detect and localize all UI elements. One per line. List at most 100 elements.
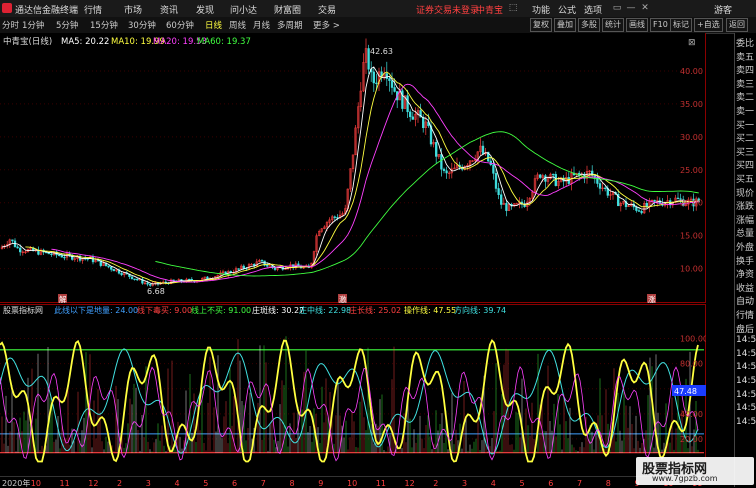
menu-shichang[interactable]: 市场 <box>124 3 142 16</box>
tool-fuquan[interactable]: 复权 <box>530 18 552 32</box>
quote-panel-item: 买三 <box>736 147 755 158</box>
candle-body <box>497 188 500 195</box>
indicator-item-4: 庄中线: 22.98 <box>299 305 351 315</box>
quote-panel-item: 卖三 <box>736 79 755 90</box>
price-tick: 10.00 <box>680 265 703 274</box>
period-daily[interactable]: 日线 <box>205 19 222 31</box>
alert-stock: 中青宝 <box>476 6 504 16</box>
period-multi[interactable]: 多周期 <box>277 19 303 31</box>
period-15min[interactable]: 15分钟 <box>90 19 118 31</box>
candle-body <box>60 255 63 258</box>
menu-faxian[interactable]: 发现 <box>196 3 214 16</box>
period-monthly[interactable]: 月线 <box>253 19 270 31</box>
indicator-tick: 40.00 <box>680 410 703 419</box>
menu-zixun[interactable]: 资讯 <box>160 3 178 16</box>
app-title: 通达信金融终端 <box>15 6 79 16</box>
candle-body <box>411 116 414 120</box>
marker-1-label: 解 <box>59 294 67 303</box>
candle-body <box>110 266 113 270</box>
quote-panel-item: 14:50 <box>736 348 756 359</box>
low-price-label: 6.68 <box>147 287 165 296</box>
expand-icon[interactable]: ⊠ <box>688 38 696 48</box>
period-60min[interactable]: 60分钟 <box>166 19 194 31</box>
menu-gongshi[interactable]: 公式 <box>558 3 576 16</box>
candle-body <box>333 216 336 218</box>
period-1min[interactable]: 1分钟 <box>22 19 44 31</box>
menu-xuanxiang[interactable]: 选项 <box>584 3 602 16</box>
quote-panel-item: 买四 <box>736 161 755 172</box>
indicator-item-3: 庄斑线: 30.27 <box>252 305 304 315</box>
quote-panel-item: 委比 <box>736 39 755 49</box>
quote-panel-item: 14:50 <box>736 403 756 414</box>
menu-hangqing[interactable]: 行情 <box>84 3 102 16</box>
tool-tongji[interactable]: 统计 <box>602 18 624 32</box>
candle-body <box>640 210 643 214</box>
candle-body <box>653 199 656 202</box>
candle-body <box>107 265 110 268</box>
candle-body <box>375 82 378 85</box>
price-tick: 40.00 <box>680 67 703 76</box>
candle-body <box>16 246 19 249</box>
candle-body <box>112 269 115 272</box>
current-value: 47.48 <box>674 387 697 396</box>
period-5min[interactable]: 5分钟 <box>56 19 78 31</box>
indicator-item-7: 方向线: 39.74 <box>454 305 506 315</box>
candle-body <box>58 254 61 256</box>
indicator-item-0: 此线以下是地量: 24.00 <box>54 305 138 315</box>
quote-panel-item: 总量 <box>736 229 755 240</box>
quote-panel-item: 14:50 <box>736 416 756 427</box>
quote-panel-item: 净资 <box>736 270 755 281</box>
quote-panel-item: 涨跌 <box>736 202 755 213</box>
candle-body <box>390 80 394 88</box>
candle-body <box>133 278 136 280</box>
restore-icon[interactable]: ▭ <box>612 3 622 13</box>
quote-panel: 委比 卖五 卖四 卖三 卖二 卖一 买一 买二 买三 买四 买五 现价 涨跌 涨幅 总量 外盘 换手 净资 收益 自动… <box>734 33 756 487</box>
period-more[interactable]: 更多 > <box>313 19 340 31</box>
candle-body <box>604 187 607 190</box>
period-fenshi[interactable]: 分时 <box>2 19 19 31</box>
quote-panel-item: 卖二 <box>736 93 755 104</box>
price-tick: 30.00 <box>680 133 703 142</box>
candle-body <box>422 116 425 128</box>
quote-panel-item: 14:50 <box>736 335 756 346</box>
menu-wenxiaoda[interactable]: 问小达 <box>230 3 257 16</box>
indicator-chart[interactable]: 100.0080.0060.0040.0020.00 股票指标网 此线以下是地量… <box>0 304 706 476</box>
ma5-label: MA5: 20.22 <box>61 37 109 47</box>
marker-3-label: 涨 <box>648 294 656 303</box>
indicator-item-5: 庄长线: 25.02 <box>349 305 401 315</box>
tool-huaxian[interactable]: 画线 <box>626 18 648 32</box>
tool-biaoji[interactable]: 标记 <box>670 18 692 32</box>
user-label[interactable]: 游客 <box>714 3 732 16</box>
indicator-item-2: 线上不买: 91.00 <box>191 305 251 315</box>
minimize-icon[interactable]: — <box>626 3 636 13</box>
candle-body <box>273 267 277 270</box>
quote-panel-item: 现价 <box>736 188 755 199</box>
tool-f10[interactable]: F10 <box>650 18 671 32</box>
watermark-url: www.7gpzb.com <box>652 474 718 483</box>
period-30min[interactable]: 30分钟 <box>128 19 156 31</box>
tool-diejia[interactable]: 叠加 <box>554 18 576 32</box>
candle-body <box>19 247 22 253</box>
candle-body <box>645 203 648 207</box>
quote-panel-item: 14:50 <box>736 362 756 373</box>
candle-body <box>120 273 123 276</box>
candle-body <box>130 276 134 280</box>
quote-panel-item: 盘后 <box>736 324 755 335</box>
close-icon[interactable]: ✕ <box>640 3 650 13</box>
candlestick-chart[interactable]: 40.00 35.00 30.00 25.00 20.00 15.00 10.00 中青宝(… <box>0 33 706 303</box>
price-tick: 20.00 <box>680 199 703 208</box>
tool-back[interactable]: 返回 <box>726 18 748 32</box>
candle-body <box>266 265 269 267</box>
candle-body <box>385 73 388 79</box>
menu-jiaoyi[interactable]: 交易 <box>318 3 336 16</box>
candle-body <box>188 278 191 281</box>
window-icon[interactable]: ⬚ <box>508 3 518 13</box>
tool-duogu[interactable]: 多股 <box>578 18 600 32</box>
period-weekly[interactable]: 周线 <box>229 19 246 31</box>
menu-gongneng[interactable]: 功能 <box>532 3 550 16</box>
candle-body <box>435 142 438 157</box>
tool-add-watchlist[interactable]: +自选 <box>694 18 723 32</box>
login-alert[interactable]: 证券交易未登录 <box>416 3 479 16</box>
candle-body <box>552 173 555 176</box>
menu-caifuquan[interactable]: 财富圈 <box>274 3 301 16</box>
